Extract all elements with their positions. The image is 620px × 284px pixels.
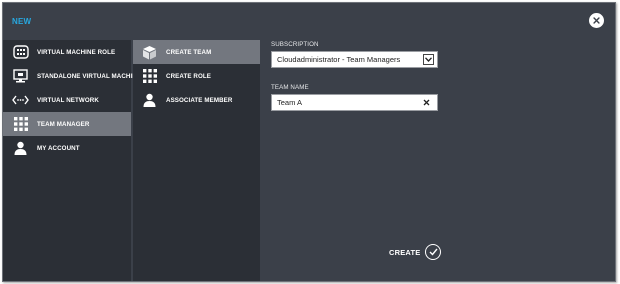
category-list: VIRTUAL MACHINE ROLE STANDALONE VIRTUAL … — [3, 40, 141, 281]
category-item-standalone-virtual-machine[interactable]: STANDALONE VIRTUAL MACHINE — [3, 64, 141, 88]
category-item-team-manager[interactable]: TEAM MANAGER — [3, 112, 131, 136]
category-label: STANDALONE VIRTUAL MACHINE — [37, 72, 142, 80]
clear-icon[interactable] — [422, 98, 431, 107]
action-label: ASSOCIATE MEMBER — [166, 96, 233, 104]
cube-icon — [141, 44, 158, 61]
action-label: CREATE ROLE — [166, 72, 211, 80]
category-label: VIRTUAL NETWORK — [37, 96, 99, 104]
action-item-create-role[interactable]: CREATE ROLE — [133, 64, 260, 88]
new-dialog: NEW VIRTUAL MACHINE ROLE STANDALONE VIRT… — [2, 2, 616, 282]
subscription-select[interactable]: Cloudadministrator - Team Managers — [271, 51, 438, 68]
team-name-label: TEAM NAME — [271, 84, 309, 91]
category-label: VIRTUAL MACHINE ROLE — [37, 48, 116, 56]
chevron-down-icon[interactable] — [423, 54, 434, 65]
category-item-virtual-network[interactable]: VIRTUAL NETWORK — [3, 88, 131, 112]
close-icon — [593, 17, 600, 24]
create-label: CREATE — [389, 247, 421, 257]
team-name-input[interactable] — [277, 95, 417, 110]
action-label: CREATE TEAM — [166, 48, 212, 56]
network-icon — [12, 92, 29, 109]
team-name-field[interactable] — [271, 94, 438, 111]
vm-role-icon — [12, 44, 29, 61]
checkmark-icon — [425, 244, 442, 260]
subscription-value: Cloudadministrator - Team Managers — [277, 55, 401, 64]
subscription-label: SUBSCRIPTION — [271, 41, 319, 48]
action-item-associate-member[interactable]: ASSOCIATE MEMBER — [133, 88, 260, 112]
action-list: CREATE TEAM CREATE ROLE ASSOCIATE MEMBER — [133, 40, 260, 281]
dialog-title: NEW — [12, 17, 32, 26]
category-label: MY ACCOUNT — [37, 144, 80, 152]
category-item-my-account[interactable]: MY ACCOUNT — [3, 136, 131, 160]
category-label: TEAM MANAGER — [37, 120, 90, 128]
person-icon — [141, 92, 158, 109]
person-icon — [12, 140, 29, 157]
grid-icon — [12, 116, 29, 133]
close-button[interactable] — [589, 13, 604, 28]
category-item-virtual-machine-role[interactable]: VIRTUAL MACHINE ROLE — [3, 40, 131, 64]
create-button[interactable]: CREATE — [389, 243, 442, 261]
grid-icon — [141, 68, 158, 85]
action-item-create-team[interactable]: CREATE TEAM — [133, 40, 260, 64]
monitor-icon — [12, 68, 29, 85]
